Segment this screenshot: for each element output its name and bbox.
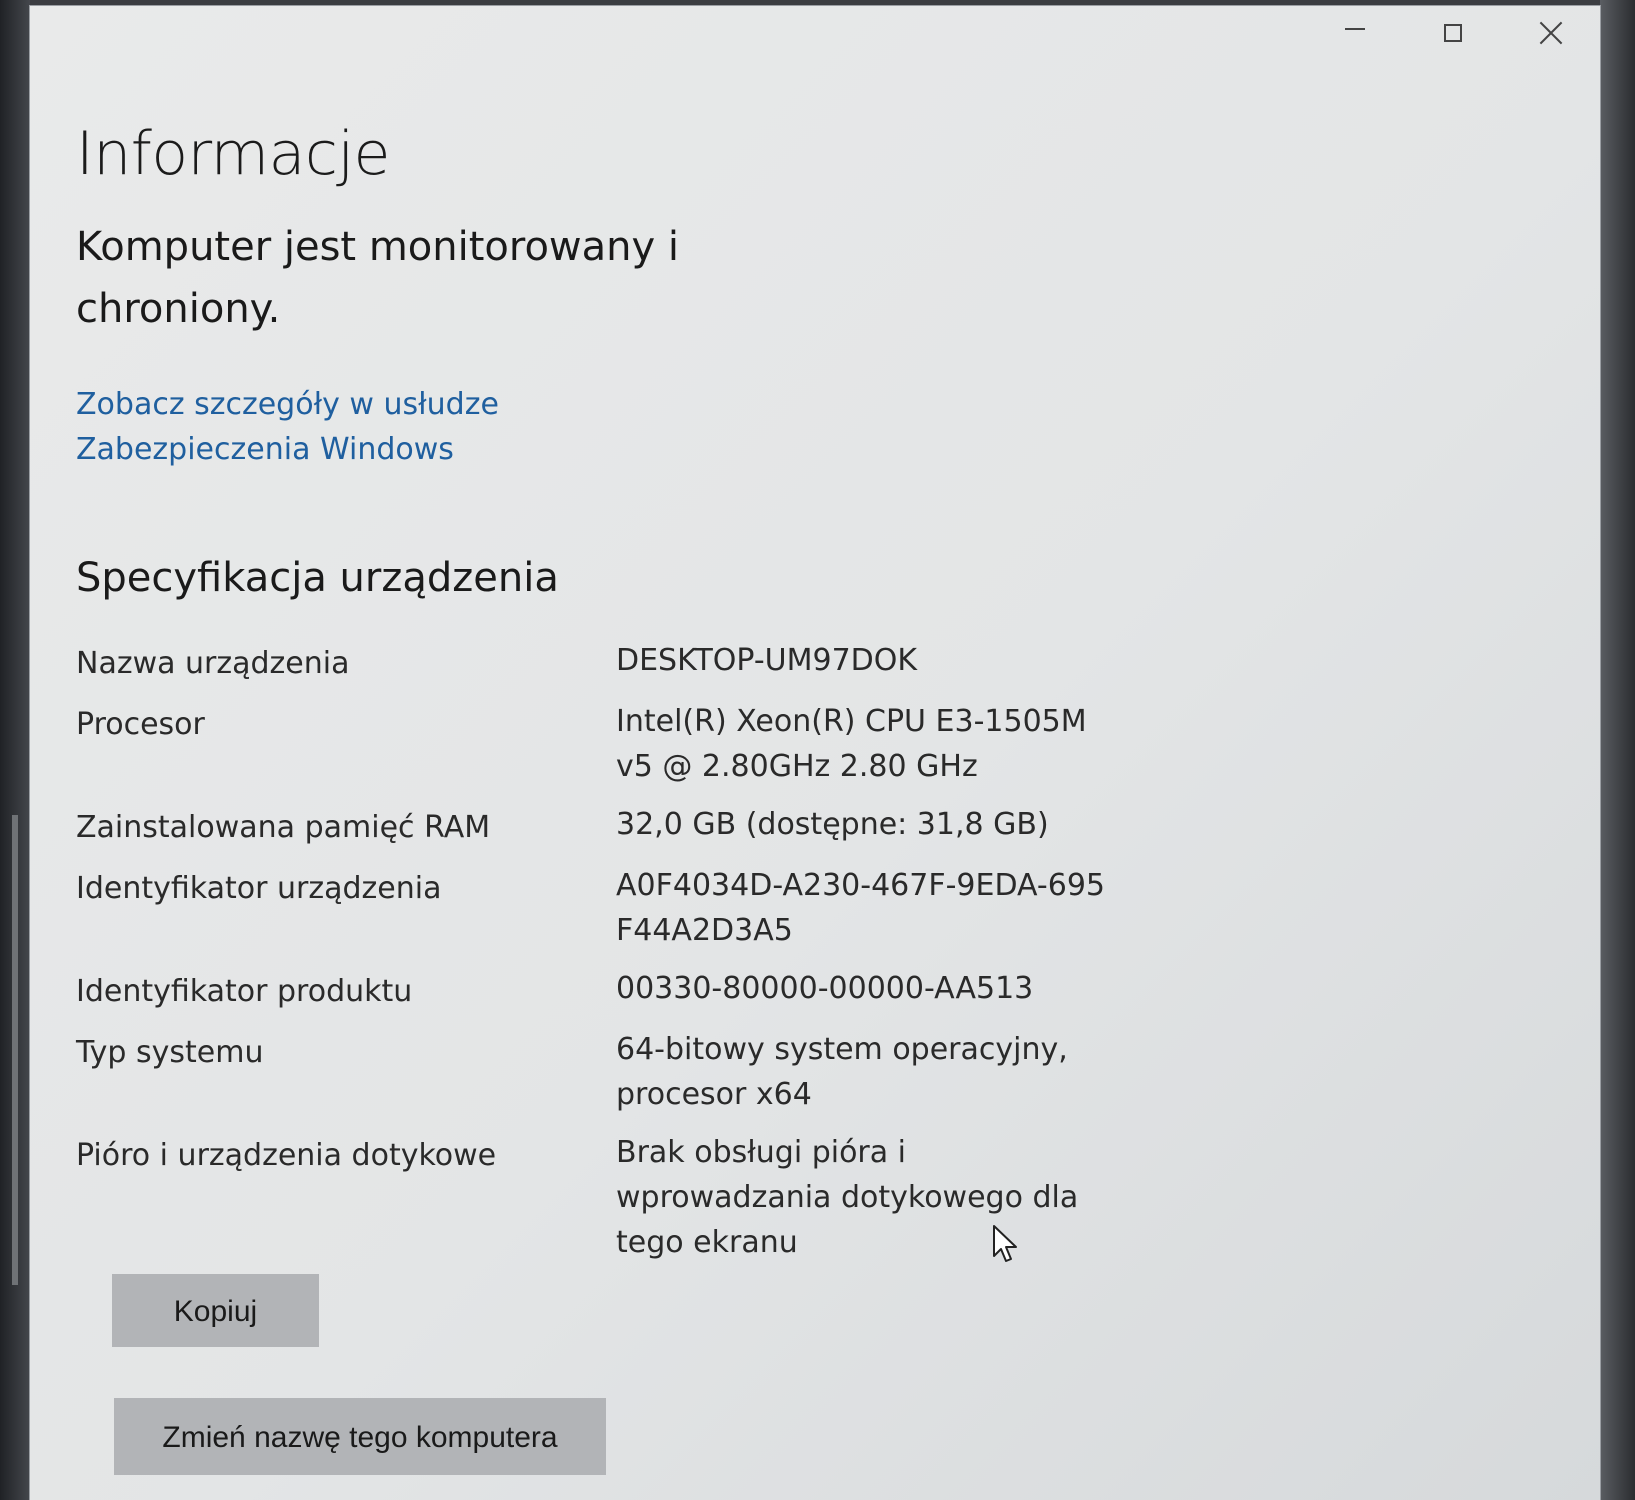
spec-row-processor: Procesor Intel(R) Xeon(R) CPU E3-1505M v… [76, 699, 1116, 789]
spec-value: A0F4034D-A230-467F-9EDA-695F44A2D3A5 [616, 868, 1105, 948]
copy-button[interactable]: Kopiuj [112, 1274, 319, 1347]
title-bar [1306, 6, 1600, 76]
maximize-icon [1444, 24, 1462, 42]
spec-label: Procesor [76, 707, 205, 742]
device-specs-title: Specyfikacja urządzenia [76, 555, 559, 601]
page-title: Informacje [76, 119, 390, 189]
rename-pc-button[interactable]: Zmień nazwę tego komputera [114, 1398, 606, 1475]
close-icon [1538, 20, 1564, 46]
settings-window: Informacje Komputer jest monitorowany i … [30, 6, 1600, 1500]
spec-row-device-id: Identyfikator urządzenia A0F4034D-A230-4… [76, 863, 1116, 953]
device-specs-list: Nazwa urządzenia DESKTOP-UM97DOK Proceso… [76, 638, 1116, 1265]
about-content: Informacje Komputer jest monitorowany i … [76, 118, 1176, 1265]
close-button[interactable] [1502, 6, 1600, 76]
spec-label: Identyfikator urządzenia [76, 871, 442, 906]
protection-status: Komputer jest monitorowany i chroniony. [76, 224, 680, 332]
background-accent [12, 815, 18, 1285]
mouse-cursor-icon [993, 1225, 1017, 1262]
spec-row-ram: Zainstalowana pamięć RAM 32,0 GB (dostęp… [76, 802, 1116, 850]
spec-label: Nazwa urządzenia [76, 646, 350, 681]
minimize-icon [1345, 28, 1365, 30]
spec-value: Brak obsługi pióra i wprowadzania dotyko… [616, 1135, 1079, 1260]
minimize-button[interactable] [1306, 6, 1404, 76]
spec-row-system-type: Typ systemu 64-bitowy system operacyjny,… [76, 1027, 1116, 1117]
background-right-edge [1600, 0, 1635, 1500]
spec-label: Typ systemu [76, 1035, 264, 1070]
spec-value: DESKTOP-UM97DOK [616, 643, 918, 678]
spec-value: 32,0 GB (dostępne: 31,8 GB) [616, 807, 1049, 842]
spec-label: Identyfikator produktu [76, 974, 413, 1009]
maximize-button[interactable] [1404, 6, 1502, 76]
spec-row-device-name: Nazwa urządzenia DESKTOP-UM97DOK [76, 638, 1116, 686]
spec-row-pen-touch: Pióro i urządzenia dotykowe Brak obsługi… [76, 1130, 1116, 1265]
spec-value: 00330-80000-00000-AA513 [616, 971, 1034, 1006]
spec-value: Intel(R) Xeon(R) CPU E3-1505M v5 @ 2.80G… [616, 704, 1087, 784]
spec-value: 64-bitowy system operacyjny, procesor x6… [616, 1032, 1068, 1112]
spec-row-product-id: Identyfikator produktu 00330-80000-00000… [76, 966, 1116, 1014]
security-details-link[interactable]: Zobacz szczegóły w usłudze Zabezpieczeni… [76, 382, 716, 472]
spec-label: Zainstalowana pamięć RAM [76, 810, 491, 845]
spec-label: Pióro i urządzenia dotykowe [76, 1138, 497, 1173]
